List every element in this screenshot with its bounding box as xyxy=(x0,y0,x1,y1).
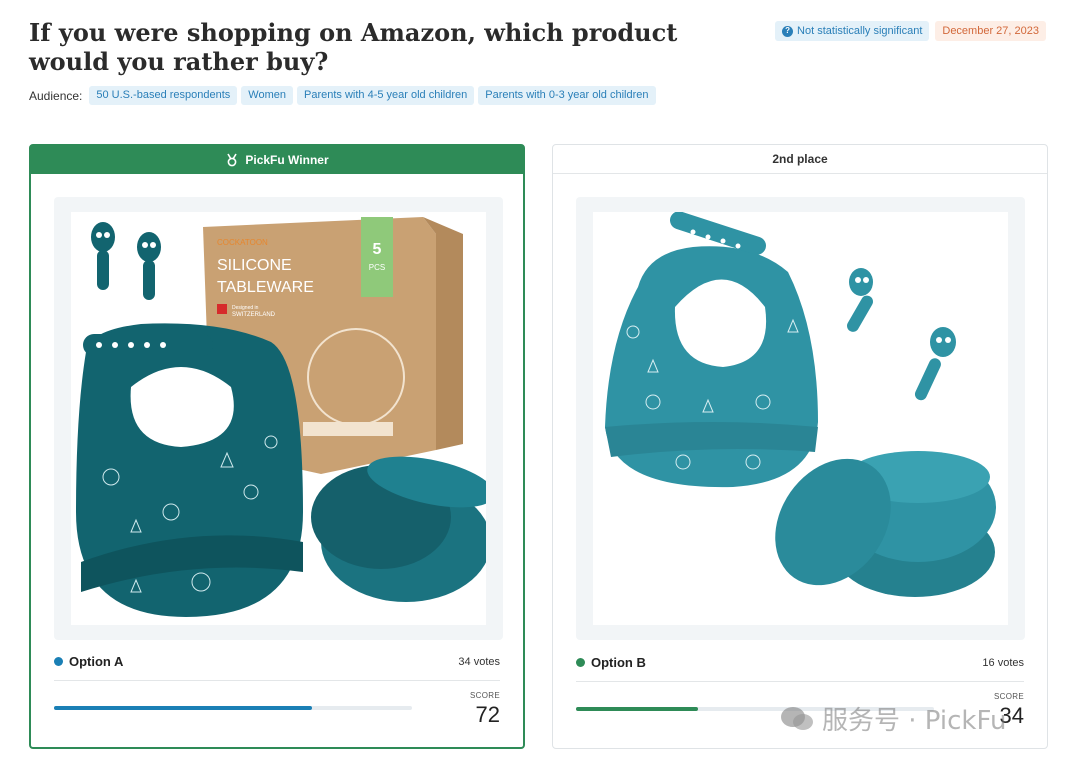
box-country: SWITZERLAND xyxy=(232,312,276,318)
box-line2: TABLEWARE xyxy=(217,279,314,296)
audience-tag: Women xyxy=(241,86,293,105)
option-a-score-fill xyxy=(54,706,312,710)
audience-row: Audience: 50 U.S.-based respondents Wome… xyxy=(29,86,656,105)
wechat-icon xyxy=(781,706,813,730)
option-a-card[interactable]: PickFu Winner 5 PCS COCKATOON SILICONE T… xyxy=(29,144,525,749)
option-a-product-image[interactable]: 5 PCS COCKATOON SILICONE TABLEWARE Desig… xyxy=(71,212,486,625)
watermark-text: 服务号 · PickFu xyxy=(822,706,1007,736)
option-a-name: Option A xyxy=(69,654,124,669)
box-line1: SILICONE xyxy=(217,257,292,274)
option-a-score-bar xyxy=(54,706,412,710)
question-title: If you were shopping on Amazon, which pr… xyxy=(29,18,678,76)
product-photo-b xyxy=(605,212,996,597)
box-count: 5 xyxy=(373,241,382,258)
option-a-score-label: SCORE xyxy=(470,691,500,700)
option-b-votes: 16 votes xyxy=(982,656,1024,669)
divider xyxy=(576,681,1024,682)
option-b-row: Option B 16 votes xyxy=(576,655,1024,670)
option-a-dot xyxy=(54,657,63,666)
audience-tag: 50 U.S.-based respondents xyxy=(89,86,238,105)
audience-tag: Parents with 4-5 year old children xyxy=(297,86,475,105)
audience-label: Audience: xyxy=(29,88,83,103)
option-a-image-frame: 5 PCS COCKATOON SILICONE TABLEWARE Desig… xyxy=(54,197,503,640)
option-a-row: Option A 34 votes xyxy=(54,654,500,669)
option-a-votes: 34 votes xyxy=(458,655,500,668)
option-b-score-fill xyxy=(576,707,698,711)
box-designed: Designed in xyxy=(232,305,259,311)
option-b-name: Option B xyxy=(591,655,646,670)
medal-icon xyxy=(227,153,238,167)
box-count-unit: PCS xyxy=(369,263,385,272)
option-b-product-image[interactable] xyxy=(593,212,1008,625)
product-photo-a: 5 PCS COCKATOON SILICONE TABLEWARE Desig… xyxy=(76,217,486,617)
option-b-dot xyxy=(576,658,585,667)
second-place-header: 2nd place xyxy=(553,145,1047,174)
divider xyxy=(54,680,500,681)
audience-tag: Parents with 0-3 year old children xyxy=(478,86,656,105)
box-brand: COCKATOON xyxy=(217,238,268,247)
option-b-name-wrap: Option B xyxy=(576,655,646,670)
option-b-card[interactable]: 2nd place Option B 16 votes SCORE 34 xyxy=(552,144,1048,749)
option-a-score: 72 xyxy=(475,702,500,727)
option-a-name-wrap: Option A xyxy=(54,654,123,669)
date-badge: December 27, 2023 xyxy=(935,21,1046,41)
watermark: 服务号 · PickFu xyxy=(780,700,1007,737)
second-place-label: 2nd place xyxy=(772,152,828,166)
question-icon: ? xyxy=(782,25,794,37)
winner-header: PickFu Winner xyxy=(31,146,523,174)
winner-label: PickFu Winner xyxy=(245,153,329,167)
option-b-image-frame xyxy=(576,197,1025,640)
meta-badges: ? Not statistically significant December… xyxy=(775,21,1046,41)
significance-text: Not statistically significant xyxy=(797,25,923,37)
significance-badge[interactable]: ? Not statistically significant xyxy=(775,21,930,41)
